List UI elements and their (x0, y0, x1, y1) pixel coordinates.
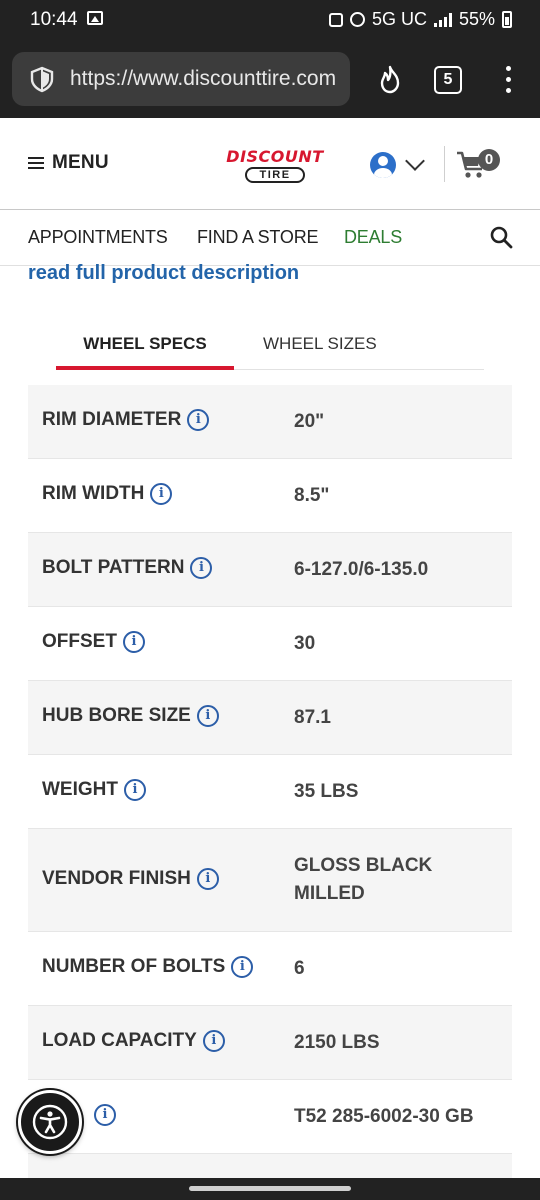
info-icon[interactable]: i (124, 779, 146, 801)
shield-icon (30, 66, 54, 93)
read-full-description-link[interactable]: read full product description (28, 262, 299, 285)
spec-value: 87.1 (294, 707, 331, 728)
spec-label: OFFSET (42, 631, 117, 652)
alarm-icon (349, 12, 365, 27)
spec-tabs: WHEEL SPECS WHEEL SIZES (56, 318, 484, 370)
main-nav: APPOINTMENTS FIND A STORE DEALS (0, 210, 540, 266)
info-icon[interactable]: i (231, 956, 254, 978)
spec-label: NUMBER OF BOLTS (42, 956, 226, 977)
accessibility-button[interactable] (18, 1090, 82, 1154)
address-bar[interactable]: https://www.discounttire.com (12, 52, 350, 106)
spec-label: WEIGHT (42, 779, 118, 800)
spec-value: 35 LBS (294, 781, 359, 802)
status-bar: 10:44 5G UC 55% (0, 0, 540, 40)
discount-tire-logo[interactable]: DISCOUNT TIRE (222, 147, 328, 183)
cart-button[interactable]: 0 (456, 149, 504, 180)
nav-deals[interactable]: DEALS (344, 227, 402, 248)
info-icon[interactable]: i (190, 557, 213, 579)
spec-value: 20" (294, 411, 325, 432)
spec-value: 2150 LBS (294, 1032, 380, 1053)
info-icon[interactable]: i (202, 1030, 225, 1052)
spec-row: BOLT PATTERN i 6-127.0/6-135.0 (28, 533, 512, 607)
search-icon[interactable] (489, 225, 513, 249)
nav-appointments[interactable]: APPOINTMENTS (28, 227, 168, 248)
spec-value: 8.5" (294, 485, 330, 506)
info-icon[interactable]: i (94, 1104, 116, 1126)
site-header: MENU DISCOUNT TIRE 0 (0, 118, 540, 210)
hamburger-icon (28, 156, 44, 170)
spec-row: RIM WIDTH i 8.5" (28, 459, 512, 533)
account-menu[interactable] (370, 151, 425, 178)
spec-label: BOLT PATTERN (42, 557, 185, 578)
spec-label: RIM WIDTH (42, 483, 145, 504)
chevron-down-icon (405, 151, 425, 171)
gallery-notification-icon (87, 11, 103, 25)
spec-row: NUMBER OF BOLTS i 6 (28, 932, 512, 1006)
tab-switcher-button[interactable]: 5 (434, 66, 462, 94)
spec-value: 6 (294, 958, 305, 979)
spec-row: i T52 285-6002-30 GB (28, 1080, 512, 1154)
spec-label: RIM DIAMETER (42, 409, 182, 430)
browser-toolbar: https://www.discounttire.com 5 (0, 40, 540, 118)
spec-row: RIM DIAMETER i 20" (28, 385, 512, 459)
info-icon[interactable]: i (150, 483, 173, 505)
logo-wordmark-bottom: TIRE (245, 167, 305, 183)
network-type: 5G UC (371, 9, 427, 29)
flame-icon[interactable] (374, 64, 406, 96)
nav-find-a-store[interactable]: FIND A STORE (197, 227, 319, 248)
battery-icon (502, 11, 512, 28)
logo-wordmark-top: DISCOUNT (226, 147, 324, 166)
specs-table: RIM DIAMETER i 20" RIM WIDTH i 8.5" BOLT P… (28, 385, 512, 1184)
account-icon (370, 152, 396, 178)
system-navigation-bar (0, 1178, 540, 1200)
spec-row: LOAD CAPACITY i 2150 LBS (28, 1006, 512, 1080)
more-options-icon[interactable] (500, 64, 516, 96)
spec-row: WEIGHT i 35 LBS (28, 755, 512, 829)
spec-label: VENDOR FINISH (42, 868, 191, 889)
info-icon[interactable]: i (122, 631, 145, 653)
signal-icon (433, 12, 452, 27)
info-icon[interactable]: i (196, 868, 219, 890)
info-icon[interactable]: i (196, 705, 219, 727)
spec-row: VENDOR FINISH i GLOSS BLACK MILLED (28, 829, 512, 932)
spec-value: 6-127.0/6-135.0 (294, 559, 429, 580)
spec-label: LOAD CAPACITY (42, 1030, 197, 1051)
lock-notification-icon (328, 12, 343, 27)
menu-button[interactable]: MENU (28, 152, 109, 174)
home-gesture-handle[interactable] (189, 1186, 351, 1191)
cart-count-badge: 0 (478, 149, 500, 171)
spec-row: HUB BORE SIZE i 87.1 (28, 681, 512, 755)
menu-label: MENU (52, 152, 109, 173)
status-indicators: 5G UC 55% (328, 9, 512, 30)
status-time: 10:44 (30, 9, 78, 30)
url-text: https://www.discounttire.com (70, 67, 337, 90)
spec-value: 30 (294, 633, 316, 654)
tab-wheel-specs[interactable]: WHEEL SPECS (56, 318, 234, 370)
tab-wheel-sizes[interactable]: WHEEL SIZES (263, 334, 377, 354)
header-divider (444, 146, 445, 182)
spec-value: GLOSS BLACK MILLED (294, 855, 433, 904)
battery-percent: 55% (458, 9, 495, 29)
spec-label: HUB BORE SIZE (42, 705, 191, 726)
spec-row: OFFSET i 30 (28, 607, 512, 681)
spec-value: T52 285-6002-30 GB (294, 1106, 474, 1127)
accessibility-icon (32, 1104, 68, 1140)
info-icon[interactable]: i (187, 409, 210, 431)
